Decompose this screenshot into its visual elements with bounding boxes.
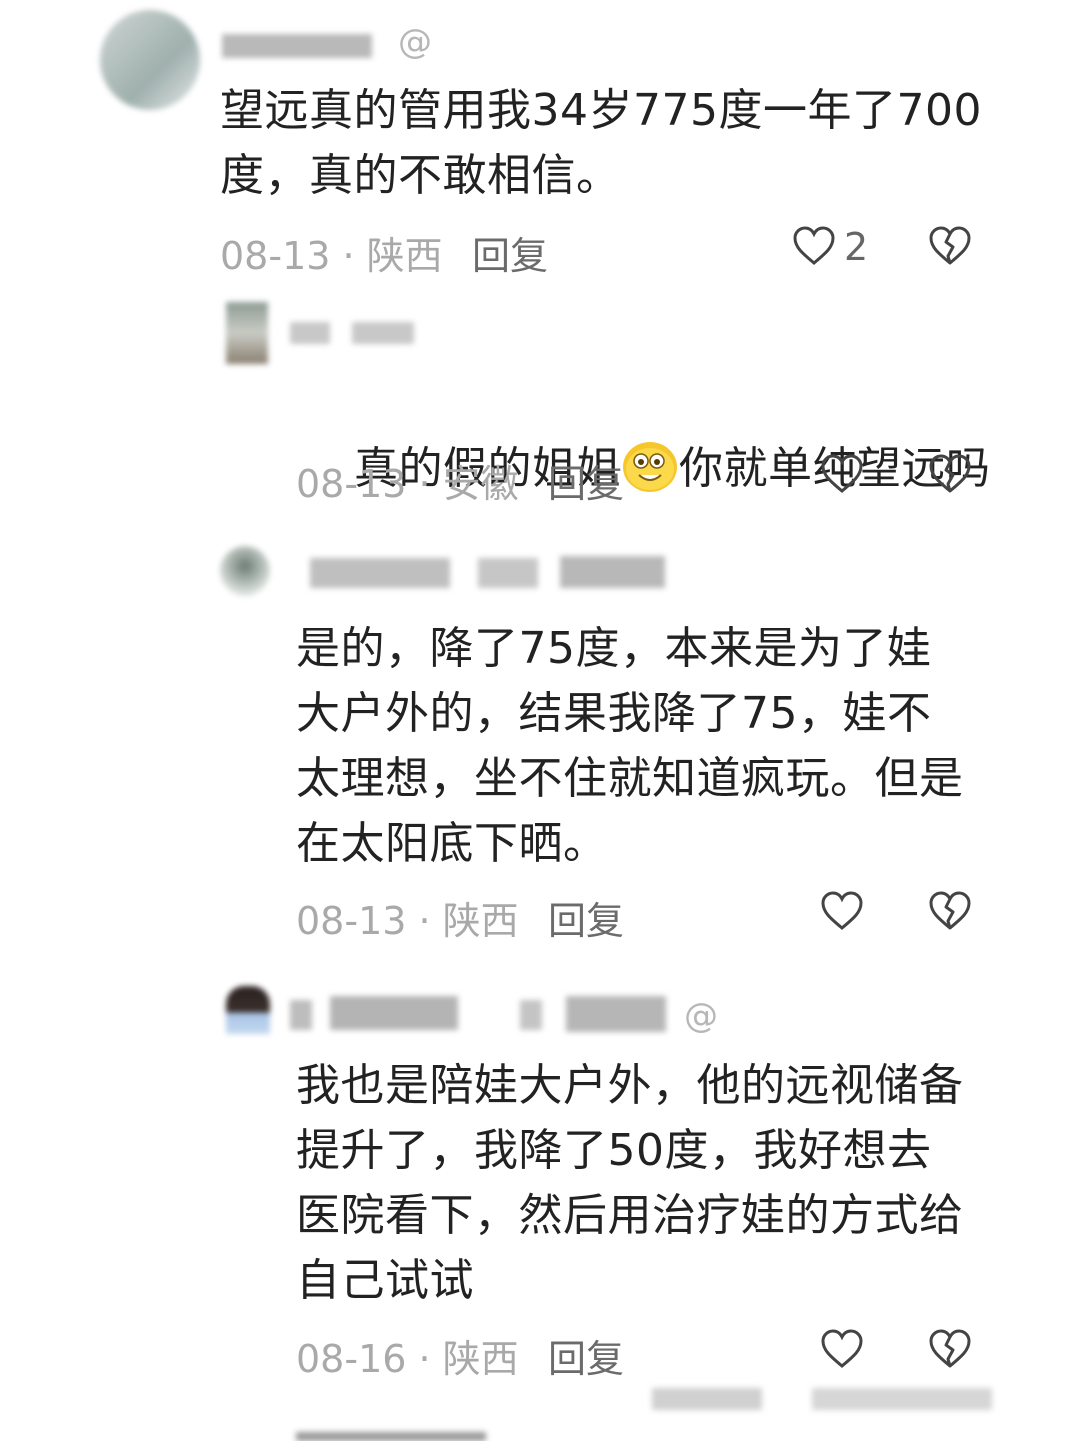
comment-location: 安徽 (442, 462, 519, 506)
comment-date: 08-13 (220, 234, 331, 278)
comment-meta: 08-13 · 陕西 (296, 890, 519, 945)
comment-location: 陕西 (442, 1337, 519, 1381)
comment-meta: 08-16 · 陕西 (296, 1328, 519, 1383)
broken-heart-icon[interactable] (928, 1329, 972, 1373)
broken-heart-icon[interactable] (928, 226, 972, 270)
username[interactable] (290, 318, 420, 354)
reply-button[interactable]: 回复 (548, 1328, 624, 1383)
username[interactable] (290, 996, 670, 1032)
comment-text[interactable]: 是的，降了75度，本来是为了娃 大户外的，结果我降了75，娃不 太理想，坐不住就… (296, 616, 964, 876)
heart-outline-icon[interactable] (820, 1329, 864, 1373)
avatar[interactable] (226, 302, 268, 364)
username[interactable] (310, 556, 670, 592)
reply-button[interactable]: 回复 (548, 453, 624, 508)
comment-location: 陕西 (442, 899, 519, 943)
grinning-face-emoji (621, 439, 679, 513)
avatar[interactable] (220, 546, 270, 596)
meta-separator: · (406, 899, 443, 943)
show-more-link[interactable] (296, 1428, 496, 1441)
heart-outline-icon[interactable] (792, 226, 836, 270)
comment-text[interactable]: 我也是陪娃大户外，他的远视储备 提升了，我降了50度，我好想去 医院看下，然后用… (296, 1053, 964, 1313)
reply-button[interactable]: 回复 (548, 890, 624, 945)
heart-outline-icon[interactable] (820, 891, 864, 935)
comment-meta: 08-13 · 陕西 (220, 225, 443, 280)
comment-text[interactable]: 望远真的管用我34岁775度一年了700 度，真的不敢相信。 (220, 78, 982, 208)
meta-separator: · (406, 462, 443, 506)
reply-button[interactable]: 回复 (472, 225, 548, 280)
broken-heart-icon[interactable] (928, 891, 972, 935)
watermark (652, 1384, 992, 1414)
comment-date: 08-13 (296, 899, 407, 943)
broken-heart-icon[interactable] (928, 454, 972, 498)
comment-date: 08-16 (296, 1337, 407, 1381)
avatar[interactable] (226, 986, 270, 1034)
username[interactable] (222, 28, 382, 64)
mention-marker: @ (684, 996, 718, 1036)
comment-meta: 08-13 · 安徽 (296, 453, 519, 508)
comment-location: 陕西 (366, 234, 443, 278)
like-count: 2 (844, 225, 869, 269)
heart-outline-icon[interactable] (820, 454, 864, 498)
mention-marker: @ (398, 22, 432, 62)
comment-date: 08-13 (296, 462, 407, 506)
meta-separator: · (330, 234, 367, 278)
avatar[interactable] (100, 10, 200, 110)
meta-separator: · (406, 1337, 443, 1381)
